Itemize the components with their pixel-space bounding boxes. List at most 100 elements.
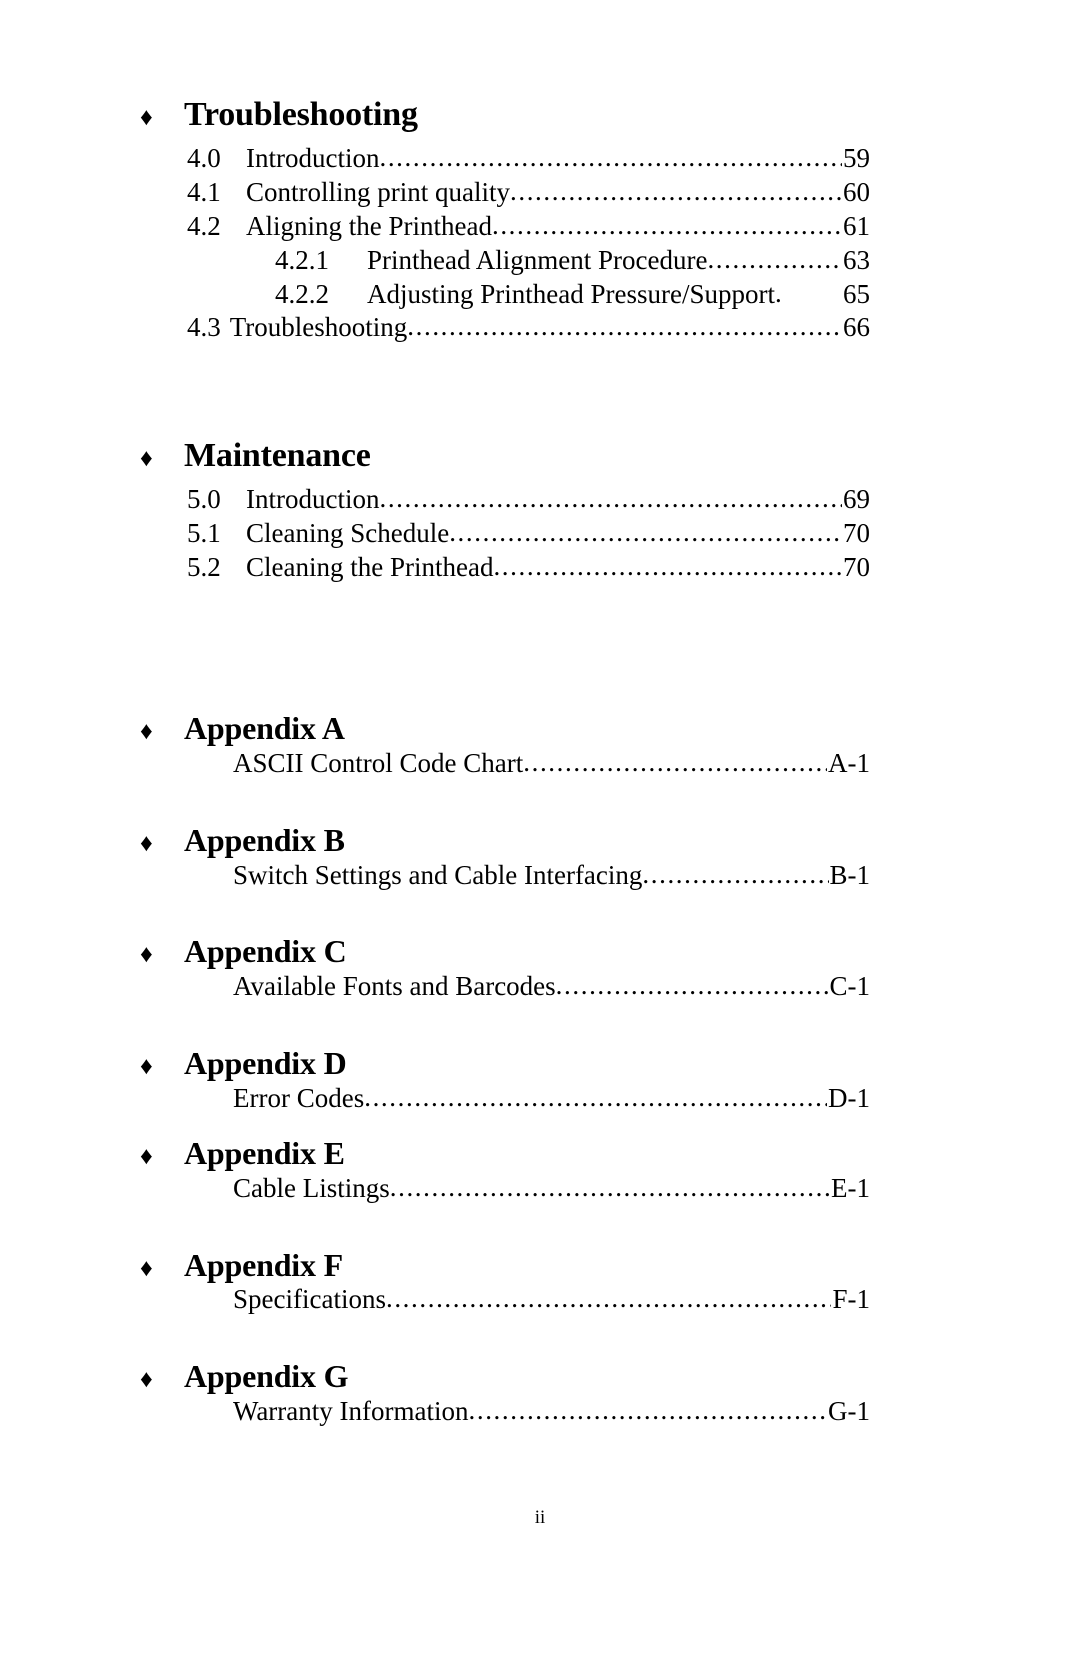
entry-title: Available Fonts and Barcodes (233, 971, 556, 1002)
appendix-title: Appendix F (184, 1246, 343, 1283)
appendix-heading-c: ♦ Appendix C (140, 934, 870, 970)
entry-page-number: 70 (843, 552, 870, 583)
diamond-bullet-icon: ♦ (140, 104, 153, 131)
appendix-heading-a: ♦ Appendix A (140, 710, 870, 747)
toc-entry[interactable]: Cable Listings E-1 (140, 1172, 870, 1206)
diamond-bullet-icon: ♦ (140, 1142, 153, 1170)
appendix-heading-g: ♦ Appendix G (140, 1358, 870, 1395)
diamond-bullet-icon: ♦ (140, 1366, 153, 1394)
diamond-bullet-icon: ♦ (140, 1254, 153, 1282)
toc-entry[interactable]: Warranty Information G-1 (140, 1395, 870, 1429)
dot-leader (642, 858, 828, 892)
entry-title: Introduction (246, 143, 380, 174)
entry-number: 5.2 (187, 552, 221, 583)
entry-page-number: E-1 (831, 1172, 870, 1203)
dot-leader (379, 482, 842, 516)
toc-entry[interactable]: Specifications F-1 (140, 1283, 870, 1317)
entry-title: Introduction (246, 484, 380, 515)
entry-number: 4.2 (187, 210, 221, 241)
entry-title: Specifications (233, 1284, 386, 1315)
entry-page-number: D-1 (828, 1082, 870, 1113)
entry-number: 4.2.1 (275, 244, 329, 275)
dot-leader (510, 175, 842, 209)
entry-page-number: G-1 (828, 1396, 870, 1427)
page-footer: ii (0, 1508, 1080, 1527)
dot-leader (775, 277, 781, 311)
entry-title: Cleaning the Printhead (246, 552, 494, 583)
entry-title: Error Codes (233, 1082, 365, 1113)
toc-entry[interactable]: 4.2.2 Adjusting Printhead Pressure/Suppo… (140, 278, 870, 312)
appendix-title: Appendix D (184, 1045, 347, 1082)
section-title: Troubleshooting (184, 96, 418, 133)
toc-entry[interactable]: 4.2.1 Printhead Alignment Procedure 63 (140, 244, 870, 278)
entry-number: 5.0 (187, 484, 221, 515)
appendix-title: Appendix G (184, 1358, 349, 1395)
appendix-heading-d: ♦ Appendix D (140, 1045, 870, 1082)
dot-leader (407, 310, 842, 344)
diamond-bullet-icon: ♦ (140, 718, 153, 746)
entry-page-number: F-1 (832, 1284, 870, 1315)
toc-entry[interactable]: Available Fonts and Barcodes C-1 (140, 970, 870, 1004)
entry-page-number: B-1 (829, 859, 871, 890)
dot-leader (386, 1282, 832, 1316)
entry-page-number: 59 (843, 143, 870, 174)
toc-entry[interactable]: ASCII Control Code Chart A-1 (140, 747, 870, 781)
appendix-title: Appendix C (184, 933, 347, 970)
dot-leader (556, 969, 829, 1003)
footer-page-number: ii (534, 1507, 546, 1528)
toc-entry[interactable]: 4.0 Introduction 59 (140, 142, 870, 176)
toc-entry[interactable]: Switch Settings and Cable Interfacing B-… (140, 859, 870, 893)
entry-page-number: 65 (843, 278, 870, 309)
toc-content: ♦ Troubleshooting 4.0 Introduction 59 4.… (140, 96, 870, 1429)
dot-leader (379, 141, 842, 175)
entry-page-number: C-1 (829, 971, 871, 1002)
section-heading-maintenance: ♦ Maintenance (140, 437, 870, 475)
toc-page: ♦ Troubleshooting 4.0 Introduction 59 4.… (0, 0, 1080, 1669)
entry-title: Cleaning Schedule (246, 518, 450, 549)
dot-leader (449, 516, 842, 550)
dot-leader (390, 1171, 830, 1205)
dot-leader (492, 209, 842, 243)
entry-page-number: 63 (843, 244, 870, 275)
toc-entry[interactable]: 4.3 Troubleshooting 66 (140, 311, 870, 345)
dot-leader (493, 550, 842, 584)
entry-page-number: 61 (843, 210, 870, 241)
section-title: Maintenance (184, 437, 371, 475)
dot-leader (469, 1394, 828, 1428)
entry-title: Controlling print quality (246, 176, 510, 207)
entry-number: 4.0 (187, 143, 221, 174)
diamond-bullet-icon: ♦ (140, 829, 153, 857)
dot-leader (364, 1081, 827, 1115)
entry-page-number: 70 (843, 518, 870, 549)
toc-entry[interactable]: 5.0 Introduction 69 (140, 483, 870, 517)
appendix-heading-f: ♦ Appendix F (140, 1246, 870, 1284)
toc-entry[interactable]: 4.2 Aligning the Printhead 61 (140, 210, 870, 244)
entry-title: Switch Settings and Cable Interfacing (233, 859, 643, 890)
toc-entry[interactable]: 5.1 Cleaning Schedule 70 (140, 517, 870, 551)
toc-entry[interactable]: 5.2 Cleaning the Printhead 70 (140, 551, 870, 585)
diamond-bullet-icon: ♦ (140, 941, 153, 969)
appendix-heading-b: ♦ Appendix B (140, 821, 870, 859)
appendix-title: Appendix A (184, 710, 345, 747)
dot-leader (523, 746, 827, 780)
diamond-bullet-icon: ♦ (140, 445, 153, 473)
entry-title: ASCII Control Code Chart (233, 747, 524, 778)
appendix-title: Appendix B (184, 821, 345, 858)
entry-title: Warranty Information (233, 1396, 469, 1427)
entry-page-number: 66 (843, 312, 870, 343)
entry-number: 4.3 (187, 312, 221, 343)
toc-entry[interactable]: Error Codes D-1 (140, 1082, 870, 1116)
entry-number: 4.1 (187, 176, 221, 207)
diamond-bullet-icon: ♦ (140, 1053, 153, 1081)
entry-number: 4.2.2 (275, 278, 329, 309)
entry-title: Printhead Alignment Procedure (367, 244, 708, 275)
toc-entry[interactable]: 4.1 Controlling print quality 60 (140, 176, 870, 210)
entry-title: Cable Listings (233, 1172, 390, 1203)
